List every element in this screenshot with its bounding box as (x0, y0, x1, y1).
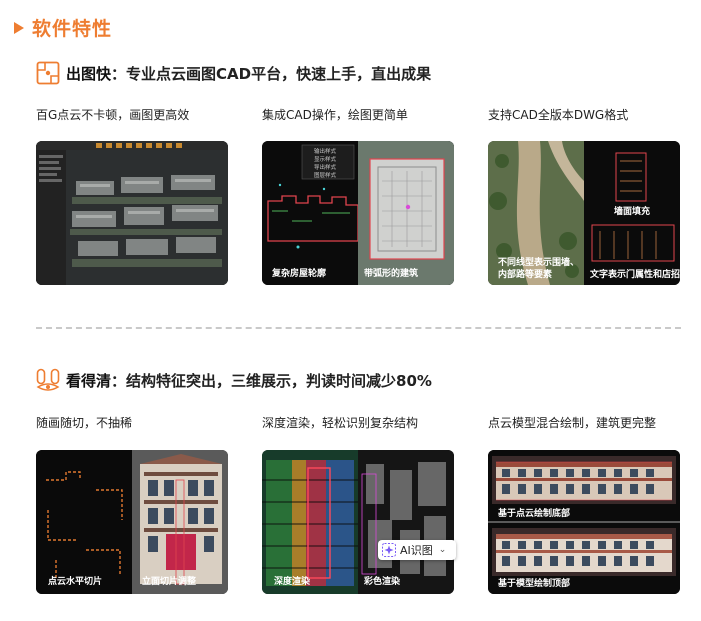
feature-caption: 点云模型混合绘制，建筑更完整 (488, 416, 657, 430)
cad-menu-item: 导出样式 (314, 163, 337, 171)
point-cloud-slice-image: 点云水平切片 立面切片调整 (36, 450, 228, 594)
cad-menu-item: 输出样式 (314, 147, 337, 155)
image-label: 点云水平切片 (48, 577, 103, 587)
page-title-text: 软件特性 (32, 18, 113, 40)
chevron-down-icon: ⌄ (438, 545, 447, 555)
feature-caption: 支持CAD全版本DWG格式 (488, 108, 629, 122)
hybrid-model-image: 基于点云绘制底部 基于模型绘制顶部 (488, 450, 680, 594)
image-label: 基于模型绘制顶部 (498, 579, 571, 589)
cad-drawing-image: 输出样式 显示样式 导出样式 图层样式 复杂房屋轮廓 带弧形的建筑 (262, 141, 454, 285)
ai-recognize-label: AI识图 (400, 544, 433, 557)
section2-subtitle: ：结构特征突出，三维展示，判读时间减少80% (111, 371, 432, 390)
image-label: 带弧形的建筑 (364, 269, 419, 279)
feature-caption: 随画随切，不抽稀 (36, 416, 133, 430)
image-label: 基于点云绘制底部 (498, 509, 571, 519)
section1-heading: 出图快 ：专业点云画图CAD平台，快速上手，直出成果 (36, 61, 431, 85)
image-label: 文字表示门属性和店招 (590, 270, 680, 280)
image-label: 内部路等要素 (498, 270, 553, 280)
section1-highlight: 出图快 (66, 64, 112, 83)
feature-caption: 深度渲染，轻松识别复杂结构 (262, 416, 419, 430)
page-title: 软件特性 (14, 14, 112, 41)
image-label: 深度渲染 (274, 577, 311, 587)
dwg-format-image: 墙面填充 不同线型表示围墙、 内部路等要素 文字表示门属性和店招 (488, 141, 680, 285)
play-arrow-icon (14, 21, 24, 34)
clear-view-icon (36, 368, 60, 391)
point-cloud-software-image (36, 141, 228, 285)
depth-render-image: 深度渲染 彩色渲染 (262, 450, 454, 594)
sparkle-icon (382, 543, 396, 557)
drawing-frame-icon (36, 61, 60, 85)
section2-heading: 看得清 ：结构特征突出，三维展示，判读时间减少80% (36, 368, 432, 392)
image-label: 墙面填充 (614, 207, 651, 217)
ai-recognize-button[interactable]: AI识图 ⌄ (378, 540, 456, 560)
image-label: 彩色渲染 (364, 577, 401, 587)
cad-menu-item: 图层样式 (314, 171, 337, 179)
section-divider (36, 327, 681, 329)
cad-menu-item: 显示样式 (314, 155, 337, 163)
feature-caption: 集成CAD操作，绘图更简单 (262, 108, 408, 122)
feature-caption: 百G点云不卡顿，画图更高效 (36, 108, 190, 122)
image-label: 复杂房屋轮廓 (272, 269, 327, 279)
section1-subtitle: ：专业点云画图CAD平台，快速上手，直出成果 (111, 64, 432, 83)
section2-highlight: 看得清 (66, 371, 112, 390)
image-label: 立面切片调整 (142, 577, 197, 587)
